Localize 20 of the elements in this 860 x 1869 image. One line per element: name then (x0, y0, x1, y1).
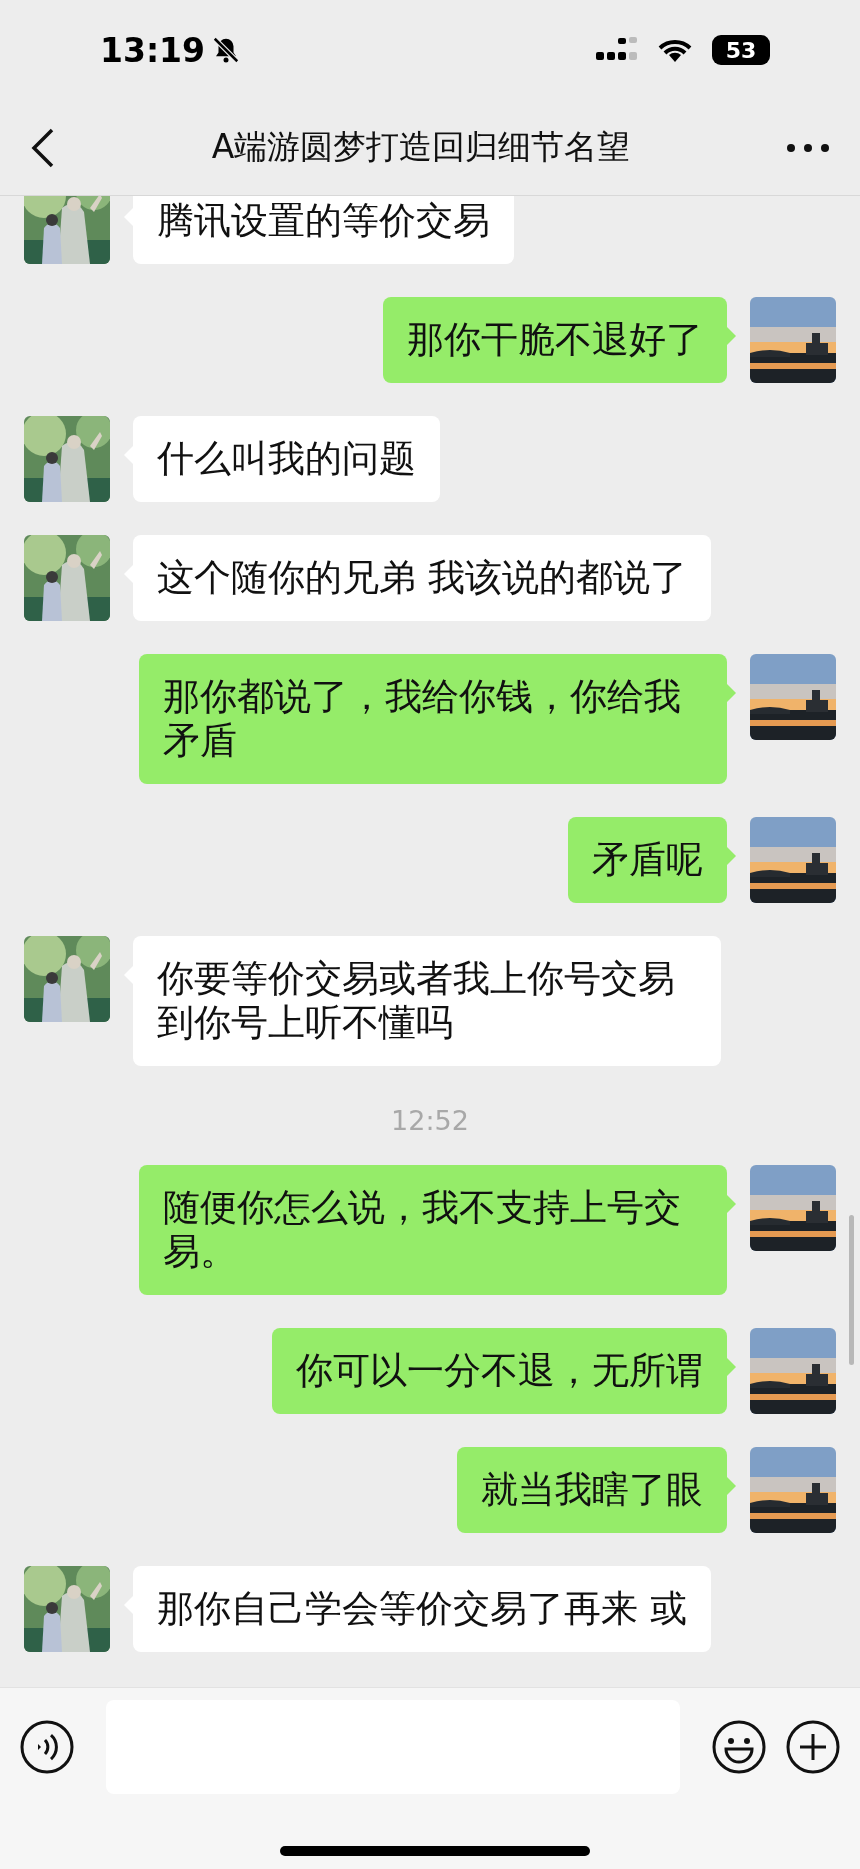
back-button[interactable] (30, 127, 56, 168)
message-bubble: 你可以一分不退，无所谓 (272, 1328, 727, 1414)
message-time: 12:52 (391, 1105, 469, 1137)
message-bubble: 那你干脆不退好了 (383, 297, 727, 383)
emoji-button[interactable] (712, 1720, 766, 1774)
message-bubble: 你要等价交易或者我上你号交易到你号上听不懂吗 (133, 936, 721, 1066)
battery-indicator: 53 (712, 35, 770, 65)
message-bubble: 那你都说了，我给你钱，你给我矛盾 (139, 654, 727, 784)
more-button[interactable] (786, 142, 830, 153)
message-bubble: 什么叫我的问题 (133, 416, 440, 502)
message-bubble: 这个随你的兄弟 我该说的都说了 (133, 535, 711, 621)
message-bubble: 随便你怎么说，我不支持上号交易。 (139, 1165, 727, 1295)
status-time: 13:19 (100, 30, 206, 70)
add-button[interactable] (786, 1720, 840, 1774)
message-bubble: 就当我瞎了眼 (457, 1447, 727, 1533)
voice-button[interactable] (20, 1720, 74, 1774)
chat-title: A端游圆梦打造回归细节名望 (211, 126, 631, 168)
message-bubble: 那你自己学会等价交易了再来 或 (133, 1566, 711, 1652)
message-bubble: 矛盾呢 (568, 817, 727, 903)
message-bubble: 腾讯设置的等价交易 (133, 196, 514, 264)
